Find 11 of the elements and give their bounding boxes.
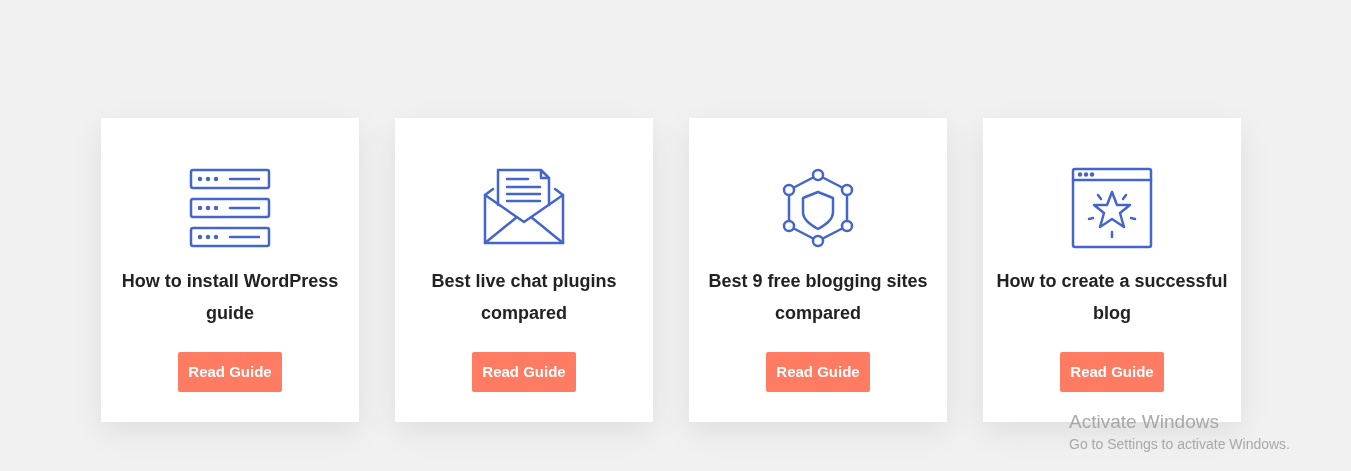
read-guide-button[interactable]: Read Guide [178, 352, 282, 392]
read-guide-button[interactable]: Read Guide [1060, 352, 1164, 392]
card-title: How to install WordPress guide [120, 270, 340, 325]
read-guide-button[interactable]: Read Guide [766, 352, 870, 392]
server-stack-icon [189, 167, 271, 249]
card-title: How to create a successful blog [995, 270, 1229, 325]
card-title: Best live chat plugins compared [430, 270, 618, 325]
card-title: Best 9 free blogging sites compared [707, 270, 929, 325]
activation-title: Activate Windows [1069, 410, 1220, 434]
read-guide-button[interactable]: Read Guide [472, 352, 576, 392]
activation-subtitle: Go to Settings to activate Windows. [1069, 435, 1290, 454]
